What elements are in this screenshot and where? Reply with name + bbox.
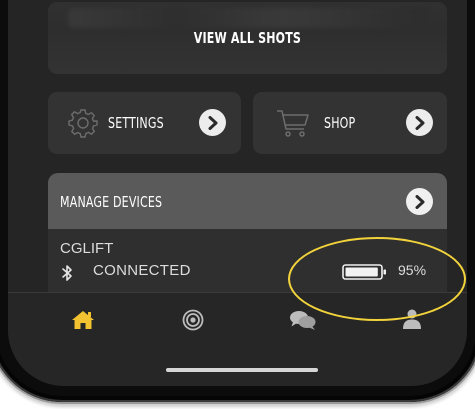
view-all-shots-label: VIEW ALL SHOTS <box>193 29 302 47</box>
settings-chevron-button[interactable] <box>199 109 226 136</box>
connection-status: CONNECTED <box>93 262 191 279</box>
manage-devices-label: MANAGE DEVICES <box>60 193 163 211</box>
chevron-right-icon <box>415 115 424 130</box>
app-screen: VIEW ALL SHOTS SETTINGS SHOP MANAGE DEVI… <box>8 0 467 386</box>
bottom-tab-bar <box>8 292 467 386</box>
bluetooth-icon <box>62 265 72 281</box>
user-icon <box>403 309 421 329</box>
settings-label: SETTINGS <box>108 114 164 132</box>
home-icon <box>72 311 94 329</box>
chevron-right-icon <box>415 194 424 209</box>
cart-icon <box>277 110 309 137</box>
device-name: CGLIFT <box>60 240 114 257</box>
blurred-content-strip <box>68 8 428 28</box>
home-indicator[interactable] <box>166 368 318 372</box>
manage-devices-header[interactable]: MANAGE DEVICES <box>48 173 447 229</box>
shop-button[interactable]: SHOP <box>253 92 447 154</box>
gear-icon <box>68 109 98 138</box>
chat-icon <box>290 311 316 330</box>
battery-percentage: 95% <box>398 262 427 278</box>
battery-fill <box>345 267 378 277</box>
tab-shots[interactable] <box>173 309 213 331</box>
chevron-right-icon <box>208 115 217 130</box>
battery-icon <box>342 264 386 280</box>
target-icon <box>182 309 204 331</box>
shop-chevron-button[interactable] <box>406 109 433 136</box>
tab-home[interactable] <box>63 309 103 331</box>
shop-label: SHOP <box>324 114 356 132</box>
tab-profile[interactable] <box>392 309 432 329</box>
settings-button[interactable]: SETTINGS <box>48 92 241 154</box>
tab-messages[interactable] <box>283 309 323 331</box>
device-row[interactable]: CGLIFT CONNECTED 95% <box>48 229 447 299</box>
manage-devices-chevron-button[interactable] <box>406 188 433 215</box>
view-all-shots-button[interactable]: VIEW ALL SHOTS <box>48 2 447 74</box>
